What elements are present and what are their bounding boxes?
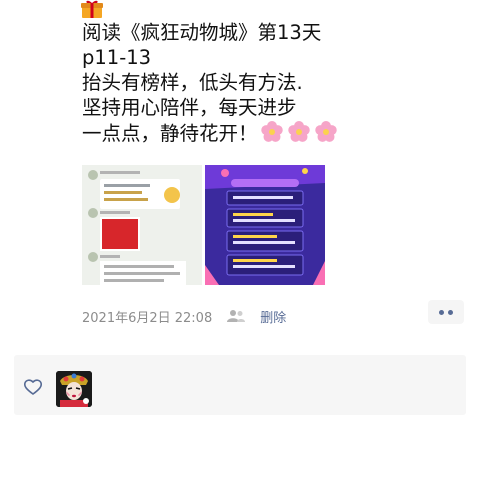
blossom-icon xyxy=(314,121,337,142)
friends-icon[interactable] xyxy=(226,309,246,323)
peking-opera-avatar xyxy=(56,371,92,407)
post-line-1: 阅读《疯狂动物城》第13天 xyxy=(82,21,322,44)
post-line-3: 抬头有榜样，低头有方法. xyxy=(82,71,303,94)
gift-icon xyxy=(81,0,103,18)
post-text: 阅读《疯狂动物城》第13天 p11-13 抬头有榜样，低头有方法. 坚持用心陪伴… xyxy=(82,20,462,146)
post-image-reading-poster[interactable] xyxy=(205,165,325,285)
likes-panel xyxy=(14,355,466,415)
post-meta: 2021年6月2日 22:08 删除 xyxy=(82,307,286,326)
more-button[interactable] xyxy=(428,300,464,324)
post-line-2: p11-13 xyxy=(82,46,152,69)
delete-link[interactable]: 删除 xyxy=(260,307,286,326)
more-dots-icon xyxy=(439,309,444,315)
bottom-space xyxy=(0,420,480,480)
heart-icon xyxy=(24,379,42,395)
post-line-4: 坚持用心陪伴，每天进步 xyxy=(82,96,297,119)
liker-avatar[interactable] xyxy=(56,371,92,407)
post-image-chat-screenshot[interactable] xyxy=(82,165,202,285)
post-line-5-text: 一点点，静待花开！ xyxy=(82,122,258,145)
blossom-icon xyxy=(260,121,283,142)
chat-screenshot-graphic xyxy=(82,165,202,285)
more-dots-icon xyxy=(448,309,453,315)
post-line-5: 一点点，静待花开！ xyxy=(82,120,462,146)
reading-poster-graphic xyxy=(205,165,325,285)
blossom-icon xyxy=(287,121,310,142)
post-timestamp: 2021年6月2日 22:08 xyxy=(82,310,213,326)
